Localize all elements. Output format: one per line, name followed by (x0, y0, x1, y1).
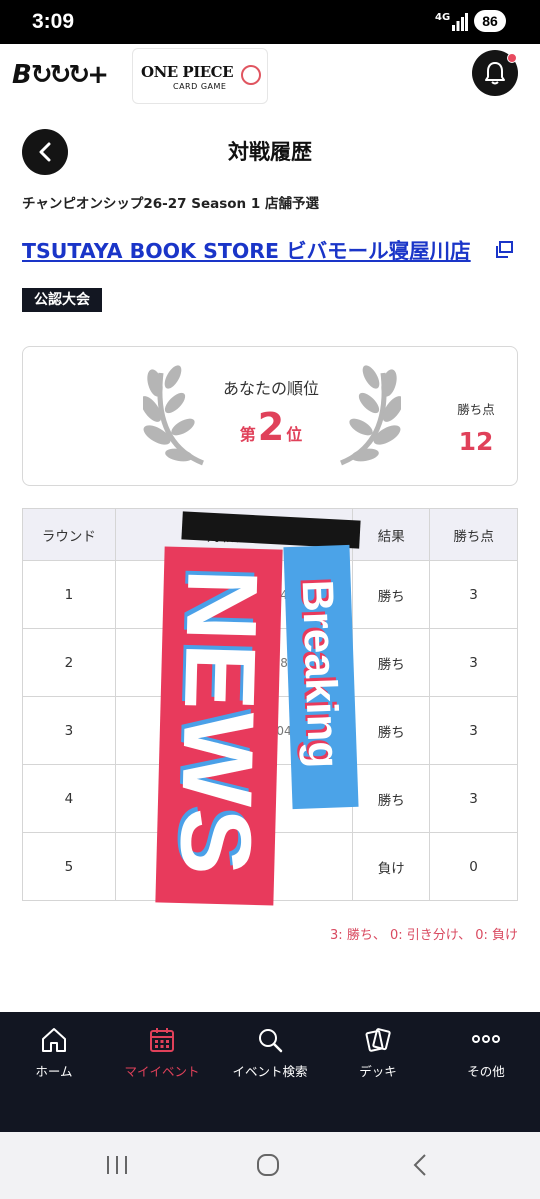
header-round: ラウンド (22, 508, 116, 561)
round-cell: 3 (22, 696, 116, 765)
points-cell: 3 (429, 628, 518, 697)
home-circle-icon[interactable] (255, 1152, 281, 1178)
nav-home[interactable]: ホーム (0, 1012, 108, 1132)
rank-number: 2 (257, 405, 285, 449)
nav-deck[interactable]: デッキ (324, 1012, 432, 1132)
one-piece-logo-title: ONE PIECE (141, 63, 234, 81)
round-cell: 4 (22, 764, 116, 833)
points-value: 12 (458, 427, 494, 456)
app-logo[interactable]: B↻↻↻+ (12, 60, 109, 90)
calendar-icon (150, 1028, 174, 1052)
nav-my-events-label: マイイベント (124, 1064, 200, 1079)
bell-icon (485, 62, 505, 85)
app-header: B↻↻↻+ ONE PIECE CARD GAME (0, 44, 540, 110)
network-type: 4G (435, 12, 451, 23)
one-piece-logo[interactable]: ONE PIECE CARD GAME (132, 48, 268, 104)
home-icon (42, 1028, 66, 1052)
points-cell: 3 (429, 764, 518, 833)
points-label: 勝ち点 (457, 402, 495, 417)
rank-suffix: 位 (286, 425, 303, 444)
sticker-bar (181, 511, 361, 549)
points-cell: 0 (429, 832, 518, 901)
status-bar: 3:09 4G 86 (0, 0, 540, 44)
nav-home-label: ホーム (35, 1064, 73, 1079)
back-icon[interactable] (408, 1152, 434, 1178)
page-title: 対戦履歴 (228, 140, 312, 164)
status-time: 3:09 (32, 10, 75, 33)
notification-dot (507, 53, 517, 63)
search-icon (259, 1029, 283, 1053)
breaking-block: Breaking (283, 544, 359, 810)
event-name: チャンピオンシップ26-27 Season 1 店舗予選 (22, 196, 319, 212)
header-points: 勝ち点 (429, 508, 518, 561)
one-piece-logo-sub: CARD GAME (173, 82, 227, 91)
recent-apps-icon[interactable] (104, 1152, 130, 1178)
rank-prefix: 第 (239, 425, 256, 444)
rank-card: あなたの順位 第2 位 勝ち点 12 (22, 346, 518, 486)
more-icon (472, 1035, 500, 1043)
nav-more-label: その他 (467, 1064, 505, 1079)
one-piece-mark-icon (241, 65, 261, 85)
event-type-badge: 公認大会 (22, 288, 102, 312)
round-cell: 2 (22, 628, 116, 697)
breaking-news-sticker: NEWS Breaking (150, 511, 370, 916)
system-nav-bar (0, 1132, 540, 1199)
bottom-nav: ホーム マイイベント イベント検索 デッキ その他 (0, 1012, 540, 1132)
nav-deck-label: デッキ (359, 1064, 397, 1079)
news-text: NEWS (158, 567, 279, 879)
notification-button[interactable] (472, 50, 518, 96)
cards-icon (365, 1028, 391, 1052)
nav-event-search-label: イベント検索 (232, 1064, 308, 1079)
battery-indicator: 86 (474, 10, 506, 32)
rank-label: あなたの順位 (222, 379, 319, 398)
nav-my-events[interactable]: マイイベント (108, 1012, 216, 1132)
breaking-text: Breaking (292, 579, 349, 769)
rank-value: 第2 位 (191, 405, 351, 449)
store-link[interactable]: TSUTAYA BOOK STORE ビバモール寝屋川店 (22, 234, 471, 264)
external-link-icon[interactable] (494, 241, 514, 259)
nav-event-search[interactable]: イベント検索 (216, 1012, 324, 1132)
nav-more[interactable]: その他 (432, 1012, 540, 1132)
app-logo-text: B (12, 60, 32, 90)
points-legend: 3: 勝ち、 0: 引き分け、 0: 負け (330, 928, 518, 943)
round-cell: 5 (22, 832, 116, 901)
round-cell: 1 (22, 560, 116, 629)
signal-icon (452, 13, 468, 31)
news-block: NEWS (155, 546, 283, 906)
points-cell: 3 (429, 560, 518, 629)
points-cell: 3 (429, 696, 518, 765)
